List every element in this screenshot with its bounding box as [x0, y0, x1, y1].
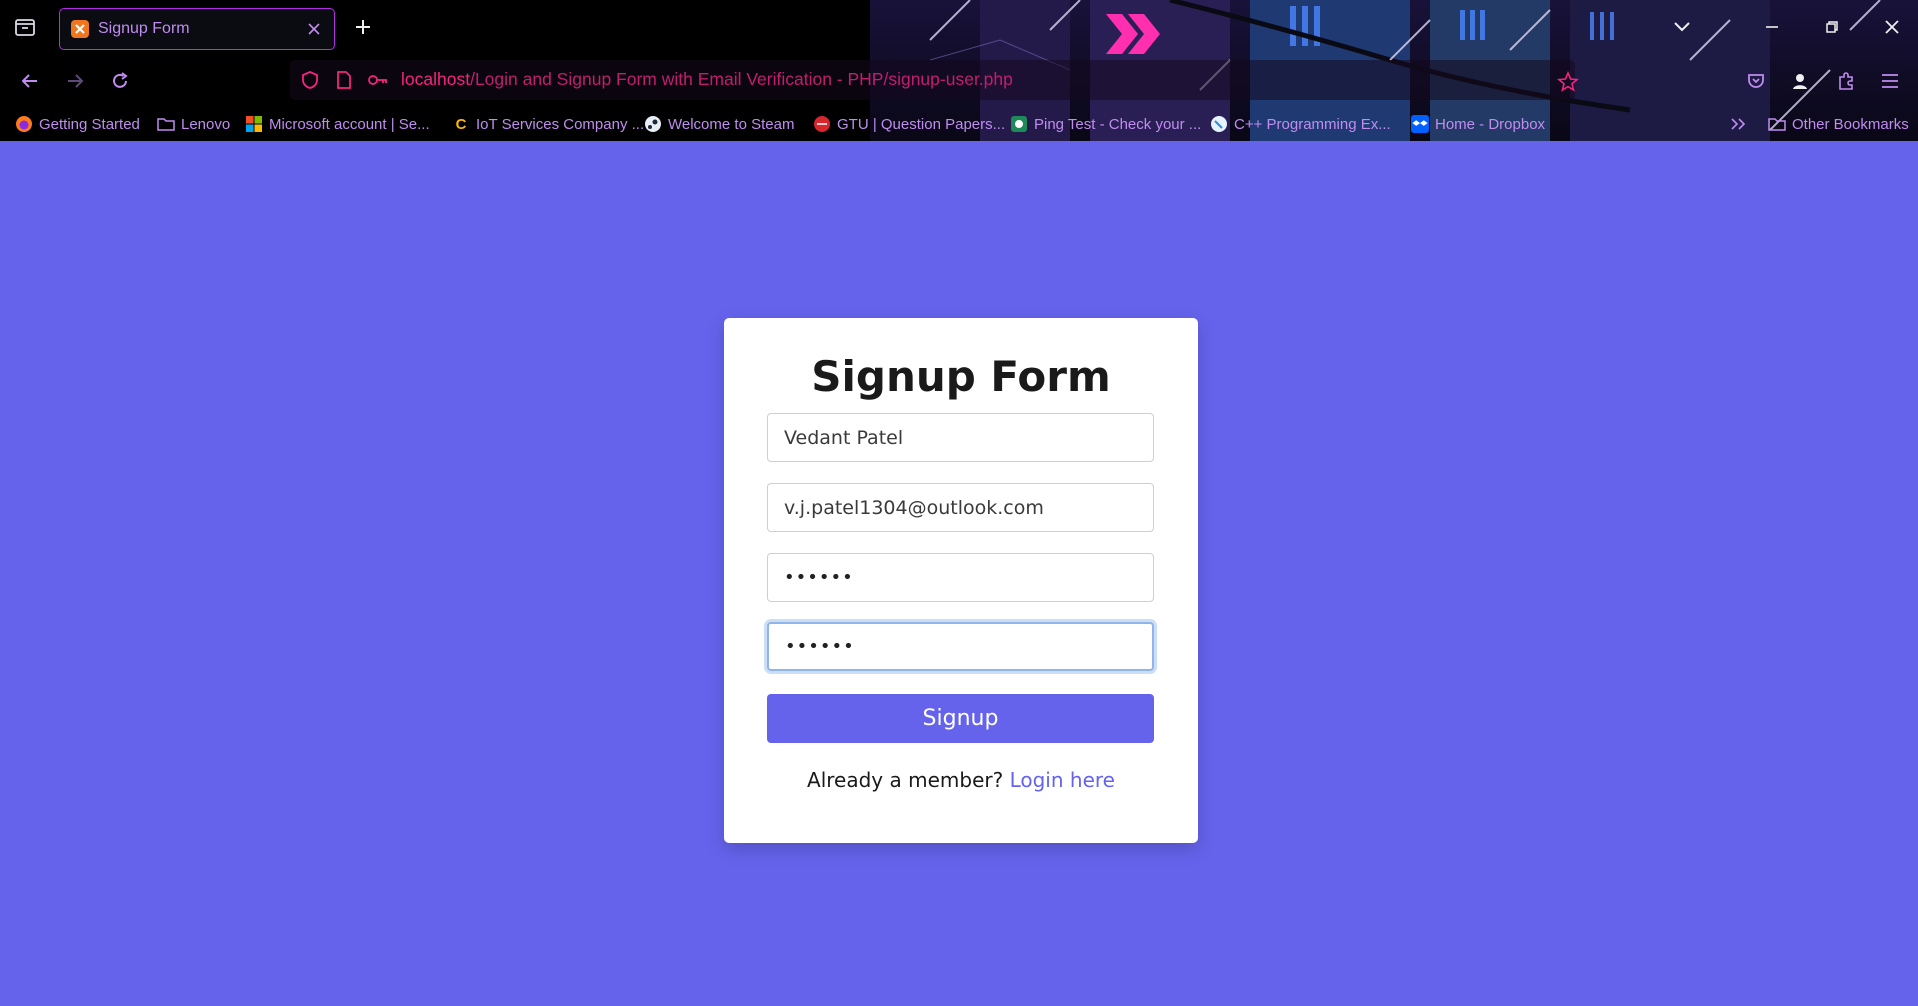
minimize-button[interactable]	[1752, 7, 1792, 47]
url-path: /Login and Signup Form with Email Verifi…	[470, 69, 1013, 89]
bookmark-label: Welcome to Steam	[668, 115, 795, 133]
forward-button[interactable]	[60, 66, 90, 96]
xampp-icon	[71, 20, 89, 38]
bookmark-lenovo[interactable]: Lenovo	[157, 112, 230, 136]
chevron-down-icon	[1674, 22, 1690, 32]
tab-overview-button[interactable]	[12, 14, 38, 40]
other-bookmarks-label: Other Bookmarks	[1792, 115, 1909, 133]
window-controls	[1662, 0, 1918, 54]
close-icon	[1885, 20, 1899, 34]
pocket-icon	[1748, 74, 1764, 88]
bookmark-microsoft-account[interactable]: Microsoft account | Se...	[245, 112, 430, 136]
pocket-button[interactable]	[1742, 67, 1770, 95]
bookmark-label: Ping Test - Check your ...	[1034, 115, 1202, 133]
bookmark-label: Getting Started	[39, 115, 140, 133]
bookmark-label: Lenovo	[181, 115, 231, 133]
hamburger-icon	[1882, 74, 1898, 88]
url-text[interactable]: localhost/Login and Signup Form with Ema…	[401, 69, 1013, 90]
steam-icon	[644, 115, 662, 133]
folder-icon	[157, 115, 175, 133]
name-field[interactable]: Vedant Patel	[767, 413, 1154, 462]
close-window-button[interactable]	[1872, 7, 1912, 47]
menu-button[interactable]	[1876, 67, 1904, 95]
page-icon[interactable]	[332, 68, 356, 92]
bookmark-gtu[interactable]: GTU | Question Papers...	[813, 112, 1005, 136]
tab-bar: Signup Form	[0, 0, 1918, 54]
tab-signup-form[interactable]: Signup Form	[59, 8, 335, 50]
double-chevron-right-icon	[1731, 118, 1746, 130]
password-value: ••••••	[784, 567, 854, 588]
signup-card: Signup Form Vedant Patel v.j.patel1304@o…	[724, 318, 1198, 843]
bookmark-cpp-programming[interactable]: C++ Programming Ex...	[1210, 112, 1391, 136]
bookmark-label: C++ Programming Ex...	[1234, 115, 1391, 133]
other-bookmarks[interactable]: Other Bookmarks	[1768, 112, 1909, 136]
navigation-bar: localhost/Login and Signup Form with Ema…	[0, 54, 1918, 106]
reload-button[interactable]	[105, 66, 135, 96]
arrow-left-icon	[21, 74, 37, 88]
minimize-icon	[1766, 26, 1778, 28]
firefox-icon	[15, 115, 33, 133]
tab-tray-icon	[15, 19, 35, 36]
restore-icon	[1826, 21, 1838, 33]
bookmarks-toolbar: Getting Started Lenovo Microsoft account…	[0, 108, 1918, 141]
close-tab-button[interactable]	[302, 17, 326, 41]
gtu-icon	[813, 115, 831, 133]
account-icon	[1793, 74, 1807, 89]
puzzle-icon	[1839, 72, 1853, 90]
bookmark-label: GTU | Question Papers...	[837, 115, 1006, 133]
reload-icon	[113, 72, 128, 88]
new-tab-button[interactable]	[350, 14, 376, 40]
plus-icon	[356, 20, 370, 34]
microsoft-icon	[245, 115, 263, 133]
bookmark-label: Home - Dropbox	[1435, 115, 1546, 133]
bookmark-star-button[interactable]	[1554, 68, 1582, 96]
folder-icon	[1768, 115, 1786, 133]
form-title: Signup Form	[811, 352, 1111, 401]
shield-icon[interactable]	[298, 68, 322, 92]
cpp-icon	[1210, 115, 1228, 133]
browser-chrome: Signup Form localhost/Login and Signup F…	[0, 0, 1918, 141]
email-value: v.j.patel1304@outlook.com	[784, 496, 1044, 519]
key-icon[interactable]	[366, 68, 390, 92]
bookmark-label: IoT Services Company ...	[476, 115, 645, 133]
login-prompt: Already a member? Login here	[724, 768, 1198, 792]
url-bar[interactable]: localhost/Login and Signup Form with Ema…	[290, 60, 1575, 100]
bookmark-iot-services[interactable]: C IoT Services Company ...	[452, 112, 645, 136]
back-button[interactable]	[15, 66, 45, 96]
bookmark-ping-test[interactable]: Ping Test - Check your ...	[1010, 112, 1201, 136]
bookmark-steam[interactable]: Welcome to Steam	[644, 112, 794, 136]
bookmark-dropbox[interactable]: Home - Dropbox	[1411, 112, 1545, 136]
extensions-button[interactable]	[1832, 67, 1860, 95]
bookmark-getting-started[interactable]: Getting Started	[15, 112, 140, 136]
name-value: Vedant Patel	[784, 426, 904, 449]
bookmarks-overflow-button[interactable]	[1730, 112, 1748, 136]
bookmark-label: Microsoft account | Se...	[269, 115, 430, 133]
arrow-right-icon	[68, 74, 84, 88]
ping-icon	[1010, 115, 1028, 133]
c-logo-icon: C	[455, 115, 467, 133]
close-icon	[308, 23, 320, 35]
tab-title: Signup Form	[98, 20, 190, 37]
password-field[interactable]: ••••••	[767, 553, 1154, 602]
email-field[interactable]: v.j.patel1304@outlook.com	[767, 483, 1154, 532]
confirm-password-value: ••••••	[785, 636, 855, 657]
confirm-password-field[interactable]: ••••••	[767, 622, 1154, 671]
signup-button[interactable]: Signup	[767, 694, 1154, 743]
restore-button[interactable]	[1812, 7, 1852, 47]
account-button[interactable]	[1786, 67, 1814, 95]
url-host: localhost	[401, 69, 471, 89]
star-icon	[1557, 71, 1579, 92]
list-all-tabs-button[interactable]	[1662, 7, 1702, 47]
login-prompt-text: Already a member?	[807, 768, 1004, 792]
dropbox-icon	[1411, 115, 1429, 133]
login-link[interactable]: Login here	[1010, 768, 1115, 792]
